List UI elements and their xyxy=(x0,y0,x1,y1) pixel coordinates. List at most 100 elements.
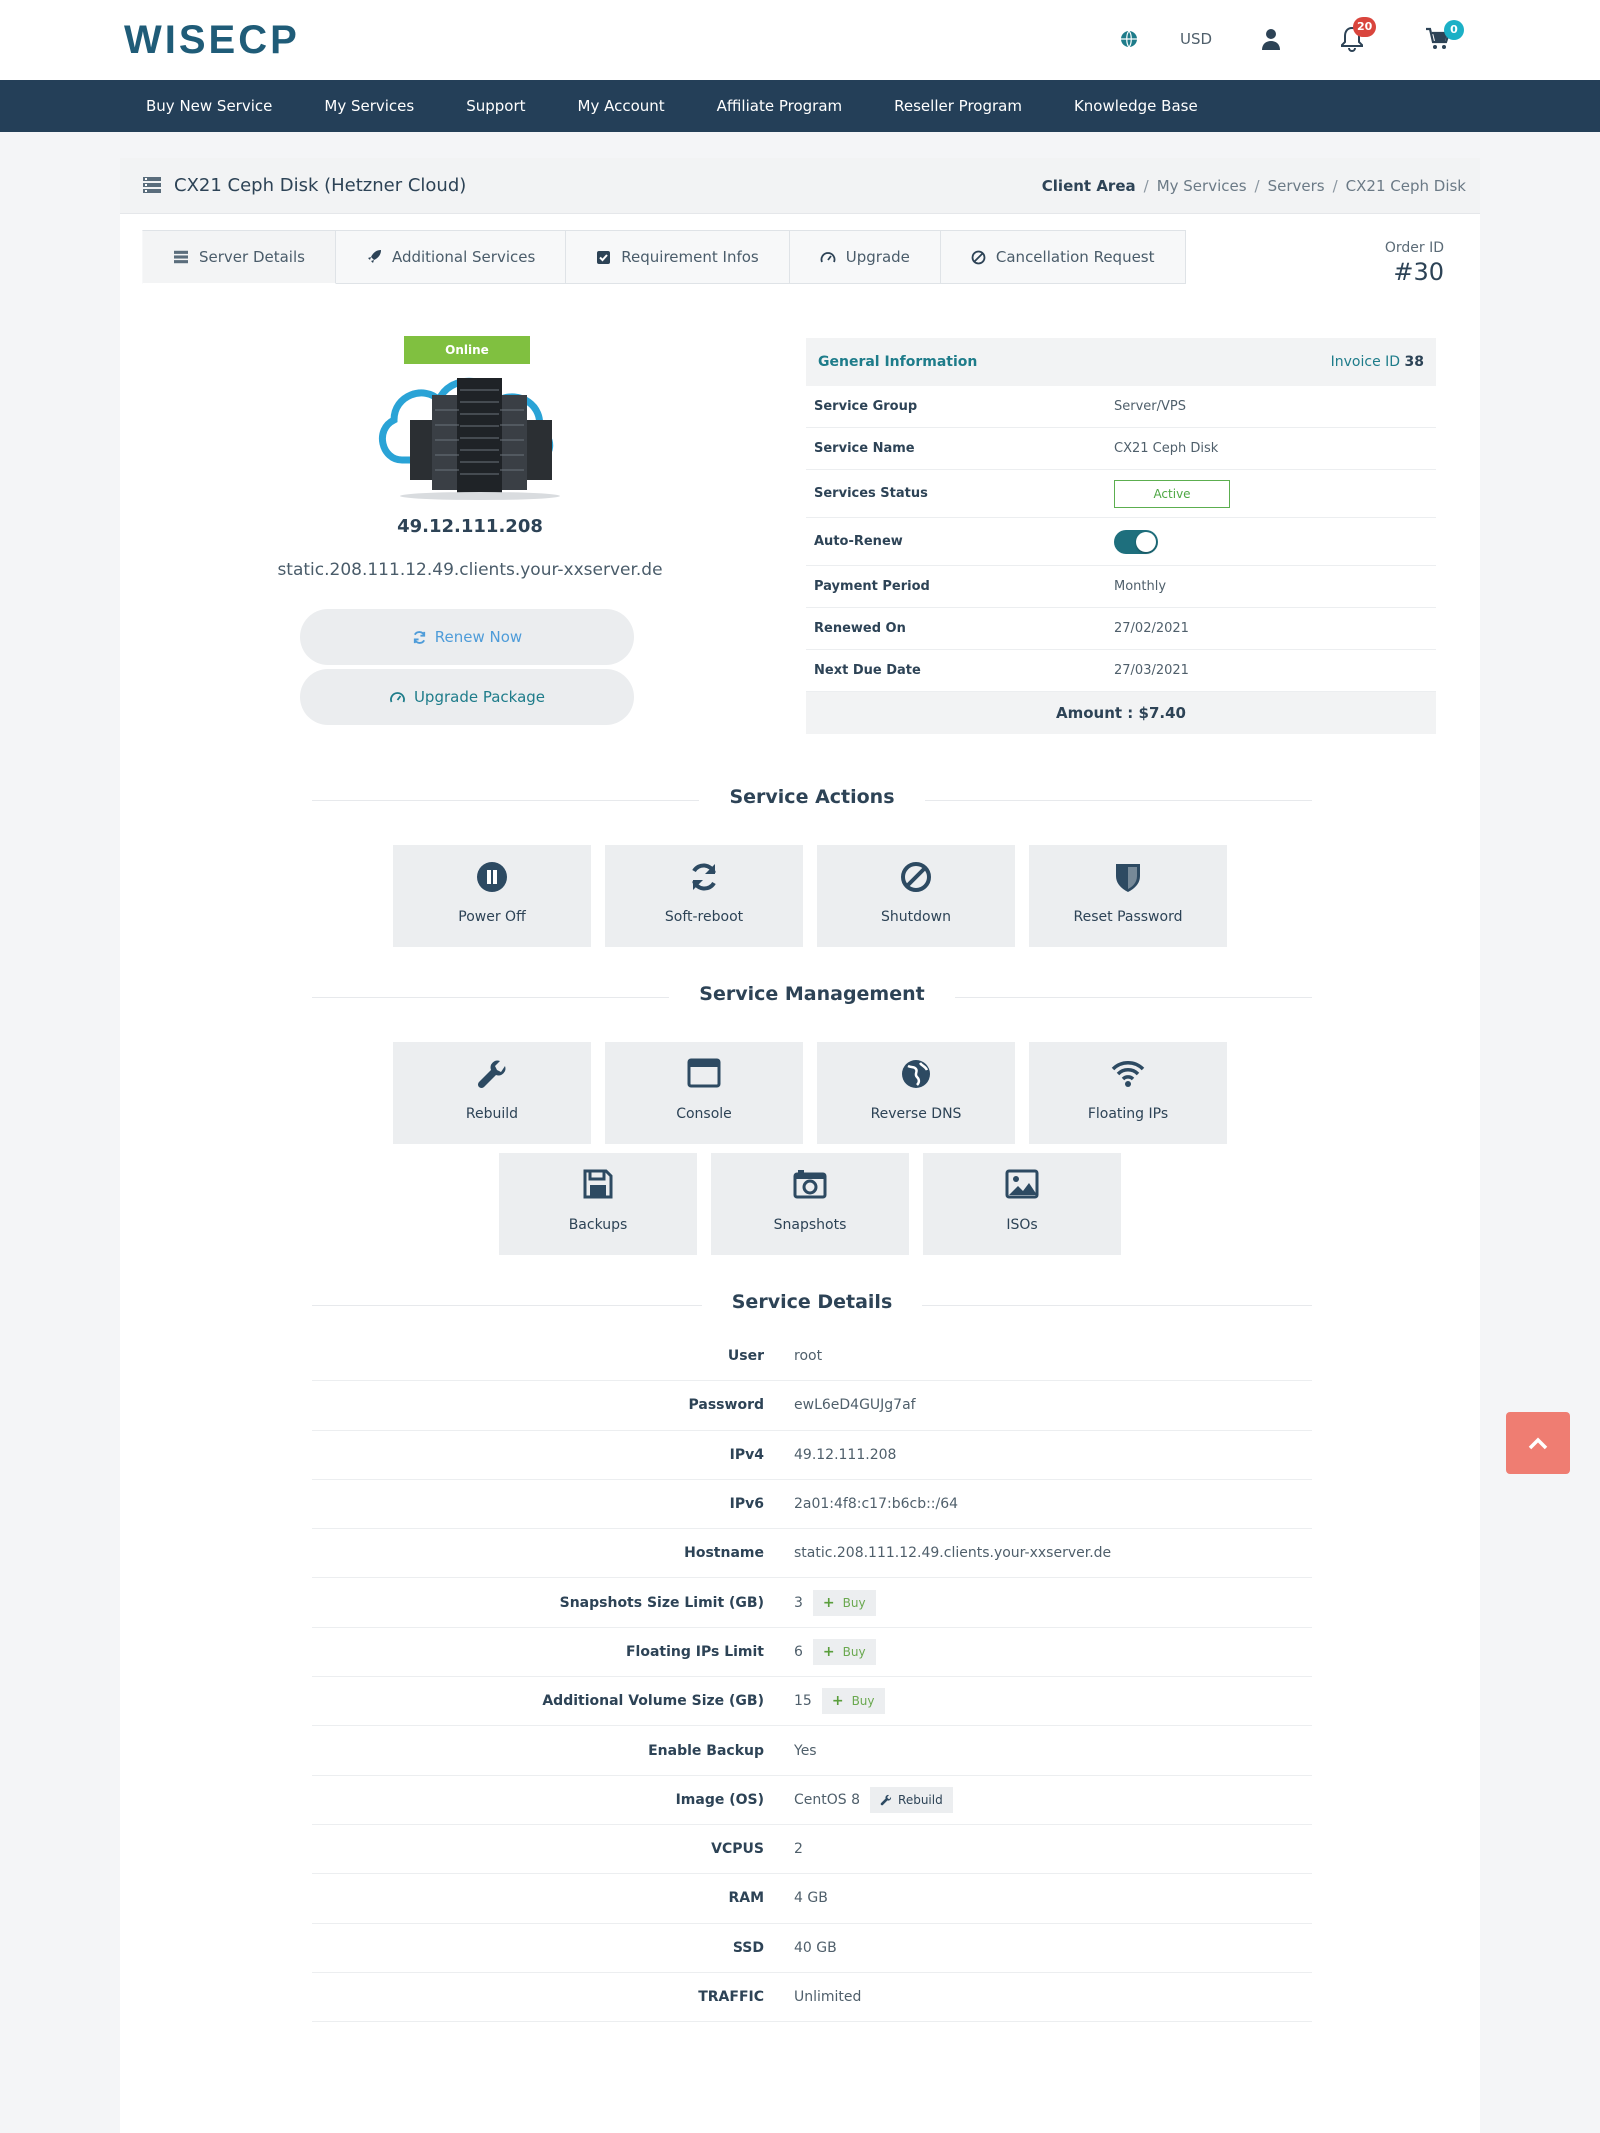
reverse-dns-button[interactable]: Reverse DNS xyxy=(817,1042,1015,1144)
table-row: Hostname static.208.111.12.49.clients.you… xyxy=(312,1529,1312,1579)
checkbox-icon xyxy=(597,250,611,264)
wrench-icon xyxy=(880,1794,892,1806)
soft-reboot-button[interactable]: Soft-reboot xyxy=(605,845,803,947)
row-service-name: Service Name CX21 Ceph Disk xyxy=(806,428,1436,470)
globe-icon[interactable] xyxy=(1119,29,1139,53)
snapshots-button[interactable]: Snapshots xyxy=(711,1153,909,1255)
general-information-header: General Information Invoice ID 38 xyxy=(806,338,1436,386)
table-row: RAM 4 GB xyxy=(312,1874,1312,1924)
nav-knowledge-base[interactable]: Knowledge Base xyxy=(1048,97,1224,115)
renew-now-button[interactable]: Renew Now xyxy=(300,609,634,665)
tab-requirement-infos[interactable]: Requirement Infos xyxy=(566,230,790,284)
page-title: CX21 Ceph Disk (Hetzner Cloud) xyxy=(174,175,467,196)
table-row: IPv4 49.12.111.208 xyxy=(312,1431,1312,1480)
auto-renew-toggle[interactable] xyxy=(1114,529,1158,554)
shutdown-button[interactable]: Shutdown xyxy=(817,845,1015,947)
console-button[interactable]: Console xyxy=(605,1042,803,1144)
table-row: Enable Backup Yes xyxy=(312,1726,1312,1776)
nav-affiliate-program[interactable]: Affiliate Program xyxy=(691,97,868,115)
ban-icon xyxy=(901,862,931,892)
breadcrumb-my-services[interactable]: My Services xyxy=(1157,177,1247,195)
breadcrumb-current: CX21 Ceph Disk xyxy=(1345,177,1466,195)
plus-icon: + xyxy=(822,1643,835,1660)
breadcrumb-servers[interactable]: Servers xyxy=(1268,177,1325,195)
nav-my-account[interactable]: My Account xyxy=(552,97,691,115)
service-details-table: User root Password ewL6eD4GUJg7af IPv4 49.1… xyxy=(312,1332,1312,2023)
tab-cancellation-request[interactable]: Cancellation Request xyxy=(940,230,1186,284)
breadcrumb-client-area[interactable]: Client Area xyxy=(1042,177,1136,195)
buy-volume-button[interactable]: + Buy xyxy=(821,1688,885,1715)
save-icon xyxy=(583,1169,613,1199)
nav-my-services[interactable]: My Services xyxy=(298,97,440,115)
service-management-heading: Service Management xyxy=(312,983,1312,1013)
rebuild-button[interactable]: Rebuild xyxy=(393,1042,591,1144)
service-details-heading: Service Details xyxy=(312,1291,1312,1321)
order-id-label: Order ID xyxy=(1384,240,1444,256)
tab-server-details[interactable]: Server Details xyxy=(142,230,336,284)
currency-selector[interactable]: USD xyxy=(1180,30,1212,48)
cart-count-badge: 0 xyxy=(1444,20,1464,40)
upgrade-package-button[interactable]: Upgrade Package xyxy=(300,669,634,725)
camera-icon xyxy=(793,1170,827,1199)
row-auto-renew: Auto-Renew xyxy=(806,518,1436,566)
table-row: Image (OS) CentOS 8 Rebuild xyxy=(312,1776,1312,1825)
server-ip: 49.12.111.208 xyxy=(397,516,543,537)
row-payment-period: Payment Period Monthly xyxy=(806,566,1436,608)
ban-icon xyxy=(971,250,986,264)
order-id: Order ID #30 xyxy=(1385,240,1444,286)
floating-ips-button[interactable]: Floating IPs xyxy=(1029,1042,1227,1144)
backups-button[interactable]: Backups xyxy=(499,1153,697,1255)
tab-upgrade[interactable]: Upgrade xyxy=(789,230,941,284)
row-service-group: Service Group Server/VPS xyxy=(806,386,1436,428)
globe-icon xyxy=(902,1060,930,1088)
image-icon xyxy=(1005,1169,1039,1199)
rocket-icon xyxy=(367,250,381,263)
cloud-server-image xyxy=(379,377,560,500)
plus-icon: + xyxy=(831,1693,844,1710)
rebuild-os-button[interactable]: Rebuild xyxy=(870,1786,953,1813)
buy-floating-ips-button[interactable]: + Buy xyxy=(812,1638,876,1665)
top-header: WISECP USD 20 0 xyxy=(0,0,1600,80)
wifi-icon xyxy=(1111,1061,1145,1087)
reset-password-button[interactable]: Reset Password xyxy=(1029,845,1227,947)
general-information-title: General Information xyxy=(818,354,978,370)
service-actions-heading: Service Actions xyxy=(312,786,1312,816)
user-icon[interactable] xyxy=(1262,28,1280,54)
chevron-up-icon xyxy=(1528,1437,1548,1450)
window-icon xyxy=(687,1058,721,1088)
status-badge: Active xyxy=(1114,479,1230,508)
amount-total: Amount : $7.40 xyxy=(806,692,1436,734)
tab-additional-services[interactable]: Additional Services xyxy=(335,230,567,284)
table-row: TRAFFIC Unlimited xyxy=(312,1973,1312,2023)
nav-reseller-program[interactable]: Reseller Program xyxy=(868,97,1048,115)
buy-snapshots-button[interactable]: + Buy xyxy=(812,1589,876,1616)
table-row: IPv6 2a01:4f8:c17:b6cb::/64 xyxy=(312,1480,1312,1530)
nav-support[interactable]: Support xyxy=(440,97,551,115)
server-list-icon xyxy=(142,176,162,198)
row-next-due-date: Next Due Date 27/03/2021 xyxy=(806,650,1436,692)
general-information-panel: General Information Invoice ID 38 Servic… xyxy=(806,338,1436,734)
logo[interactable]: WISECP xyxy=(124,18,300,63)
isos-button[interactable]: ISOs xyxy=(923,1153,1121,1255)
table-row: VCPUS 2 xyxy=(312,1825,1312,1875)
online-status-badge: Online xyxy=(404,336,530,364)
table-row: Floating IPs Limit 6 + Buy xyxy=(312,1628,1312,1678)
gauge-icon xyxy=(390,692,405,703)
refresh-icon xyxy=(413,630,425,644)
breadcrumb: Client Area / My Services / Servers / CX21 Cep… xyxy=(1041,177,1466,195)
main-nav: Buy New Service My Services Support My A… xyxy=(0,80,1600,132)
sync-icon xyxy=(692,863,716,891)
server-list-icon xyxy=(174,250,188,264)
plus-icon: + xyxy=(822,1594,835,1611)
shield-icon xyxy=(1116,864,1140,892)
power-off-button[interactable]: Power Off xyxy=(393,845,591,947)
gauge-icon xyxy=(820,252,836,263)
pause-circle-icon xyxy=(477,862,507,892)
tab-bar: Server Details Additional Services Requi… xyxy=(142,230,1186,284)
wrench-icon xyxy=(477,1060,506,1089)
row-services-status: Services Status Active xyxy=(806,470,1436,518)
table-row: User root xyxy=(312,1332,1312,1382)
scroll-to-top-button[interactable] xyxy=(1506,1412,1570,1474)
invoice-id[interactable]: Invoice ID 38 xyxy=(1331,354,1424,370)
nav-buy-new-service[interactable]: Buy New Service xyxy=(120,97,298,115)
